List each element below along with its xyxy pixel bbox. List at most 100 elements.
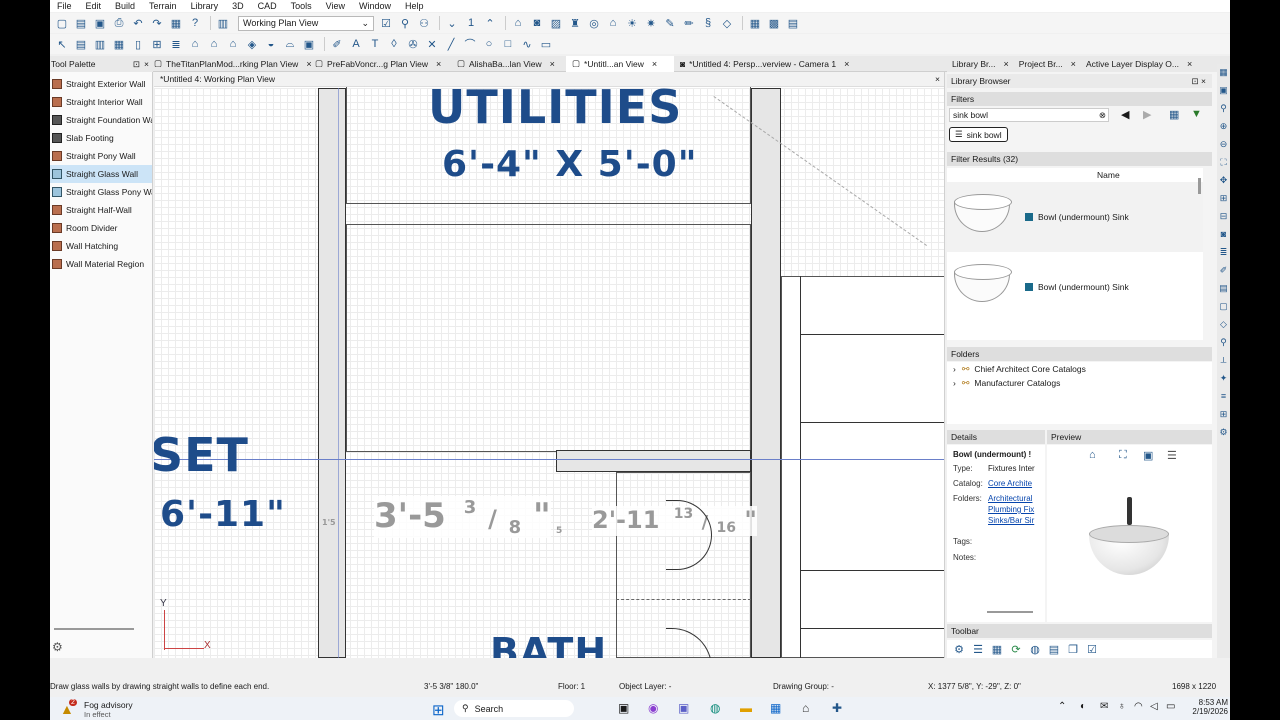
close-icon[interactable]: ×	[1003, 59, 1008, 69]
battery-icon[interactable]: ▭	[1166, 701, 1175, 712]
wall-vertical-left[interactable]	[318, 88, 346, 658]
eraser-icon[interactable]: ◇	[719, 15, 735, 31]
window-tile-icon[interactable]: ▤	[785, 15, 801, 31]
pin-icon[interactable]: ⊡	[133, 59, 140, 70]
door-icon[interactable]: ▯	[130, 36, 146, 52]
dimension-temp-1[interactable]: 3'-5 3 / 8 "	[374, 496, 551, 538]
roof-icon[interactable]: ⌂	[187, 36, 203, 52]
stairs-icon[interactable]: ≣	[168, 36, 184, 52]
checkbox-icon[interactable]: ☑	[378, 15, 394, 31]
palette-item-room-divider[interactable]: Room Divider	[50, 219, 152, 237]
zoom-in-icon[interactable]: ⊕	[1218, 121, 1229, 132]
new-file-icon[interactable]: ▢	[54, 15, 70, 31]
weather-widget[interactable]: ▲ 2 Fog advisory In effect	[60, 699, 160, 719]
search-icon[interactable]: ⚲	[1218, 337, 1229, 348]
forward-arrow-icon[interactable]: ▶	[1143, 108, 1151, 121]
chief-architect-icon[interactable]: ⌂	[802, 701, 809, 715]
cad-icon[interactable]: ▭	[538, 36, 554, 52]
settings-icon[interactable]: ⚙	[1218, 427, 1229, 438]
edge-icon[interactable]: ◍	[710, 701, 720, 715]
pin-icon[interactable]: ⊡ ×	[1192, 76, 1206, 87]
edit-icon[interactable]: ▤	[73, 36, 89, 52]
refresh-icon[interactable]: ⟳	[1008, 641, 1024, 657]
save-icon[interactable]: ▣	[92, 15, 108, 31]
layer-display-icon[interactable]: ≣	[1218, 247, 1229, 258]
fill-window-icon[interactable]: ⛶	[1218, 157, 1229, 168]
view-select[interactable]: Working Plan View ⌄	[238, 15, 374, 31]
palette-item-interior-wall[interactable]: Straight Interior Wall	[50, 93, 152, 111]
tab-5[interactable]: ▢ *Untitl...an View ×	[566, 55, 674, 72]
camera-icon[interactable]: ◙	[1218, 229, 1229, 240]
close-icon[interactable]: ×	[550, 59, 555, 69]
close-icon[interactable]: ×	[144, 59, 149, 69]
catalog-icon[interactable]: ▤	[1046, 641, 1062, 657]
open-file-icon[interactable]: ▤	[73, 15, 89, 31]
tab-6[interactable]: ◙ *Untitled 4: Persp...verview - Camera 1…	[674, 56, 850, 72]
room-size-utilities[interactable]: 6'-4" X 5'-0"	[442, 144, 697, 185]
material-icon[interactable]: ◎	[586, 15, 602, 31]
tab-2[interactable]: ▢ TheTitanPlanMod...rking Plan View ×	[148, 56, 312, 72]
room-label-closet[interactable]: SET	[154, 428, 249, 482]
teams-icon[interactable]: ▣	[678, 701, 689, 715]
filter-icon[interactable]: ▼	[1191, 108, 1202, 120]
transform-icon[interactable]: ✦	[1218, 373, 1229, 384]
elevation-icon[interactable]: ▨	[548, 15, 564, 31]
folder-link[interactable]: Architectural	[988, 493, 1032, 504]
text-tool-icon[interactable]: T	[367, 36, 383, 52]
floor-plan[interactable]: UTILITIES 6'-4" X 5'-0" SET 6'-11" BATH …	[154, 80, 944, 658]
revision-icon[interactable]: ✇	[405, 36, 421, 52]
microphone-icon[interactable]: ♁	[1118, 701, 1126, 712]
check-icon[interactable]: ☑	[1084, 641, 1100, 657]
room-label-utilities[interactable]: UTILITIES	[428, 80, 682, 134]
start-icon[interactable]: ⊞	[432, 701, 445, 719]
align-icon[interactable]: ≡	[1218, 391, 1229, 402]
window-icon[interactable]: ⊞	[149, 36, 165, 52]
palette-item-exterior-wall[interactable]: Straight Exterior Wall	[50, 75, 152, 93]
result-item[interactable]: Bowl (undermount) Sink	[947, 182, 1203, 252]
zoom-icon[interactable]: ⚲	[1218, 103, 1229, 114]
dimension-icon[interactable]: ✐	[329, 36, 345, 52]
room-label-bath[interactable]: BATH	[490, 630, 607, 658]
tab-project-browser[interactable]: Project Br... ×	[1014, 56, 1081, 72]
tray-chevron-icon[interactable]: ⌃	[1058, 701, 1066, 712]
close-icon[interactable]: ×	[652, 59, 657, 69]
close-icon[interactable]: ×	[1071, 59, 1076, 69]
plumbing-icon[interactable]: ⚲	[397, 15, 413, 31]
folder-core-catalogs[interactable]: › ⚯ Chief Architect Core Catalogs	[947, 362, 1212, 376]
layout-icon[interactable]: ▦	[747, 15, 763, 31]
select-arrow-icon[interactable]: ↖	[54, 36, 70, 52]
object-icon[interactable]: ◇	[1218, 319, 1229, 330]
dimension-icon[interactable]: ⟂	[1218, 355, 1229, 366]
text-icon[interactable]: A	[348, 36, 364, 52]
print-icon[interactable]: ⎙	[111, 15, 127, 31]
house-icon[interactable]: ⌂	[510, 15, 526, 31]
sun-icon[interactable]: ☀	[624, 15, 640, 31]
close-icon[interactable]: ×	[436, 59, 441, 69]
filter-settings-icon[interactable]: ▦	[1169, 108, 1179, 121]
palette-item-pony-wall[interactable]: Straight Pony Wall	[50, 147, 152, 165]
camera-icon[interactable]: ◙	[529, 15, 545, 31]
palette-item-glass-wall[interactable]: Straight Glass Wall	[50, 165, 152, 183]
layer-icon[interactable]: ▦	[1218, 67, 1229, 78]
preview-settings-icon[interactable]: ☰	[1167, 449, 1177, 462]
wall-room-box[interactable]	[346, 224, 751, 452]
palette-scrollbar[interactable]	[54, 628, 134, 630]
preferences-icon[interactable]: ▦	[168, 15, 184, 31]
help-icon[interactable]: ?	[187, 15, 203, 31]
menu-window[interactable]: Window	[352, 1, 398, 11]
framing-icon[interactable]: ⌓	[282, 36, 298, 52]
undo-icon[interactable]: ↶	[130, 15, 146, 31]
wall-horizontal-mid[interactable]	[556, 450, 751, 472]
light-icon[interactable]: ✷	[643, 15, 659, 31]
plan-view-icon[interactable]: ▥	[215, 15, 231, 31]
wall-vertical-center[interactable]	[751, 88, 781, 658]
catalog-link[interactable]: Core Archite	[988, 478, 1032, 489]
preview-material-icon[interactable]: ▣	[1143, 449, 1153, 462]
copy-icon[interactable]: ❐	[1065, 641, 1081, 657]
result-item[interactable]: Bowl (undermount) Sink	[947, 252, 1203, 322]
copilot-icon[interactable]: ◉	[648, 701, 658, 715]
window-icon[interactable]: ▢	[1218, 301, 1229, 312]
palette-item-wall-hatching[interactable]: Wall Hatching	[50, 237, 152, 255]
room-size-closet[interactable]: 6'-11"	[160, 494, 286, 535]
palette-item-wall-material-region[interactable]: Wall Material Region	[50, 255, 152, 273]
